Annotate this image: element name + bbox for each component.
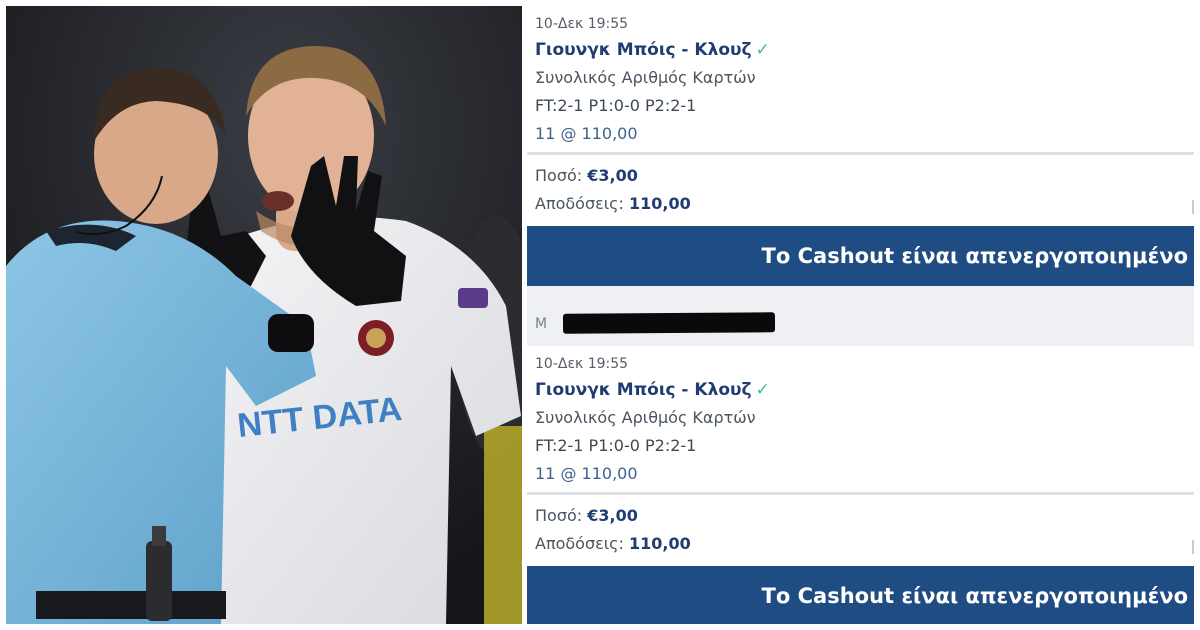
bet-market: Συνολικός Αριθμός Καρτών xyxy=(535,68,756,87)
returns-row: Αποδόσεις: 110,00 xyxy=(535,194,691,213)
cashout-label: Το Cashout είναι απενεργοποιημένο xyxy=(761,584,1188,608)
photo-illustration: NTT DATA xyxy=(6,6,522,624)
cashout-label: Το Cashout είναι απενεργοποιημένο xyxy=(761,244,1188,268)
checkmark-icon: ✓ xyxy=(755,40,770,60)
bet-slip-panel: 10-Δεκ 19:55 Γιουνγκ Μπόις - Κλουζ ✓ Συνο… xyxy=(527,6,1194,624)
edge-mark xyxy=(1192,200,1194,214)
divider xyxy=(527,492,1194,495)
match-name[interactable]: Γιουνγκ Μπόις - Κλουζ xyxy=(535,380,752,400)
returns-value: 110,00 xyxy=(629,194,691,213)
cashout-button[interactable]: Το Cashout είναι απενεργοποιημένο xyxy=(527,566,1194,624)
returns-row: Αποδόσεις: 110,00 xyxy=(535,534,691,553)
match-title[interactable]: Γιουνγκ Μπόις - Κλουζ ✓ xyxy=(535,380,770,400)
cashout-button[interactable]: Το Cashout είναι απενεργοποιημένο xyxy=(527,226,1194,286)
match-title[interactable]: Γιουνγκ Μπόις - Κλουζ ✓ xyxy=(535,40,770,60)
returns-label: Αποδόσεις: xyxy=(535,534,624,553)
stake-label: Ποσό: xyxy=(535,506,583,525)
stake-row: Ποσό: €3,00 xyxy=(535,506,638,525)
bet-market: Συνολικός Αριθμός Καρτών xyxy=(535,408,756,427)
stake-value: €3,00 xyxy=(587,166,638,185)
event-datetime: 10-Δεκ 19:55 xyxy=(535,16,629,32)
stake-value: €3,00 xyxy=(587,506,638,525)
returns-value: 110,00 xyxy=(629,534,691,553)
redaction-bar xyxy=(562,312,776,334)
bet-id-row: M xyxy=(527,286,1194,346)
bet-selection: 11 @ 110,00 xyxy=(535,124,638,143)
bet-id-label: M xyxy=(535,316,548,332)
match-name[interactable]: Γιουνγκ Μπόις - Κλουζ xyxy=(535,40,752,60)
final-score: FT:2-1 P1:0-0 P2:2-1 xyxy=(535,436,697,455)
edge-mark xyxy=(1192,540,1194,554)
news-photo: NTT DATA xyxy=(6,6,522,624)
stake-row: Ποσό: €3,00 xyxy=(535,166,638,185)
bet-card[interactable]: 10-Δεκ 19:55 Γιουνγκ Μπόις - Κλουζ ✓ Συνο… xyxy=(527,346,1194,624)
bet-selection: 11 @ 110,00 xyxy=(535,464,638,483)
checkmark-icon: ✓ xyxy=(755,380,770,400)
event-datetime: 10-Δεκ 19:55 xyxy=(535,356,629,372)
final-score: FT:2-1 P1:0-0 P2:2-1 xyxy=(535,96,697,115)
stake-label: Ποσό: xyxy=(535,166,583,185)
divider xyxy=(527,152,1194,155)
bet-card[interactable]: 10-Δεκ 19:55 Γιουνγκ Μπόις - Κλουζ ✓ Συνο… xyxy=(527,6,1194,286)
returns-label: Αποδόσεις: xyxy=(535,194,624,213)
